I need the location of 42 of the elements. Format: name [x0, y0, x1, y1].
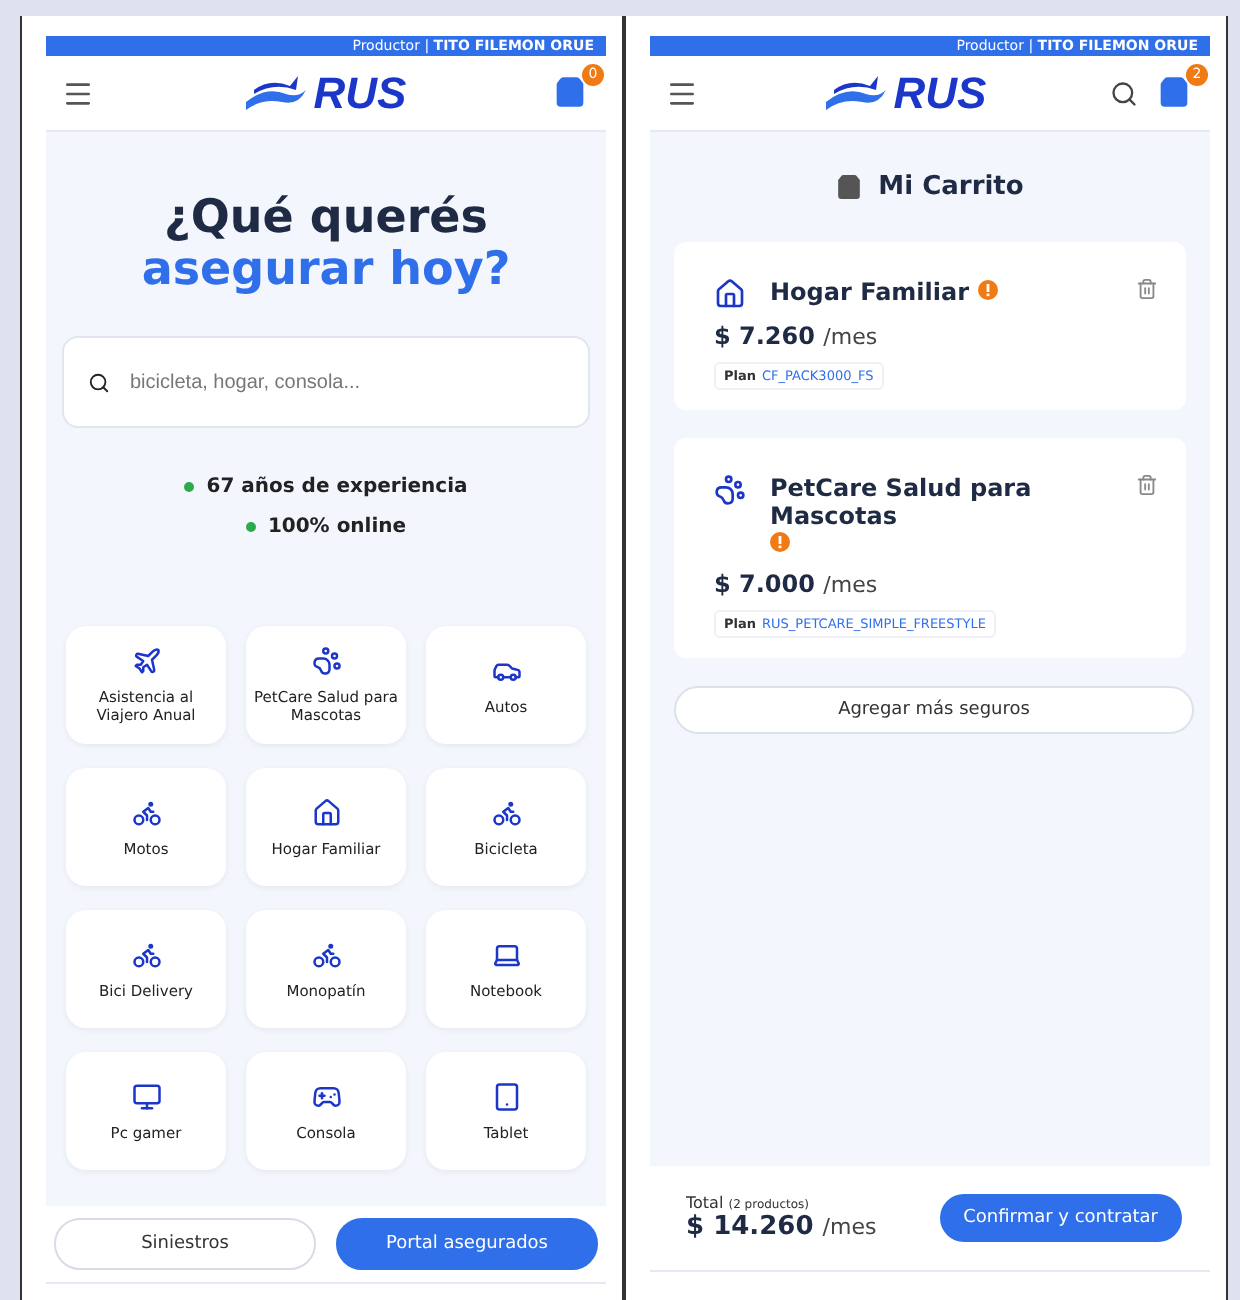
logo[interactable]: RUS: [893, 67, 987, 119]
monitor-icon: [131, 1081, 161, 1111]
highlight-text: 100% online: [267, 516, 407, 538]
info-icon: [977, 280, 998, 300]
gamepad-icon: [311, 1081, 341, 1111]
item-name: Hogar Familiar: [770, 278, 970, 306]
delete-icon[interactable]: [1136, 278, 1158, 300]
menu-icon[interactable]: [62, 77, 94, 109]
cart-title: Mi Carrito: [878, 172, 1024, 202]
bike-icon: [491, 797, 521, 827]
item-name: PetCare Salud para Mascotas: [770, 474, 1034, 530]
plane-icon: [131, 646, 161, 676]
tablet-icon: [491, 1081, 521, 1111]
search-bar[interactable]: bicicleta, hogar, consola...: [62, 336, 590, 428]
house-icon: [311, 797, 341, 827]
confirm-button[interactable]: Confirmar y contratar: [939, 1194, 1182, 1242]
bike-icon: [131, 797, 161, 827]
info-icon: [770, 532, 790, 552]
heading: ¿Qué querés: [164, 192, 488, 244]
delete-icon[interactable]: [1136, 474, 1158, 496]
bullet-dot: [245, 522, 256, 532]
menu-icon[interactable]: [666, 77, 698, 109]
bike-icon: [131, 939, 161, 969]
add-more-button[interactable]: Agregar más seguros: [674, 686, 1194, 734]
search-icon[interactable]: [1109, 79, 1138, 107]
house-icon: [714, 278, 746, 310]
laptop-icon: [491, 939, 521, 969]
item-price: $ 7.260 /mes: [714, 322, 880, 350]
paw-icon: [714, 474, 746, 506]
wave-logo-icon: [241, 73, 310, 113]
total-price: $ 14.260 /mes: [686, 1212, 877, 1242]
search-icon: [88, 371, 110, 393]
bullet-dot: [184, 482, 195, 492]
paw-icon: [311, 646, 341, 676]
search-input[interactable]: bicicleta, hogar, consola...: [126, 369, 564, 395]
wave-logo-icon: [821, 73, 890, 113]
claims-button[interactable]: Siniestros: [54, 1218, 316, 1270]
item-price: $ 7.000 /mes: [714, 570, 880, 598]
heading: asegurar hoy?: [141, 244, 511, 296]
logo[interactable]: RUS: [313, 67, 407, 119]
highlight-text: 67 años de experiencia: [206, 476, 468, 498]
portal-button[interactable]: Portal asegurados: [336, 1218, 598, 1270]
